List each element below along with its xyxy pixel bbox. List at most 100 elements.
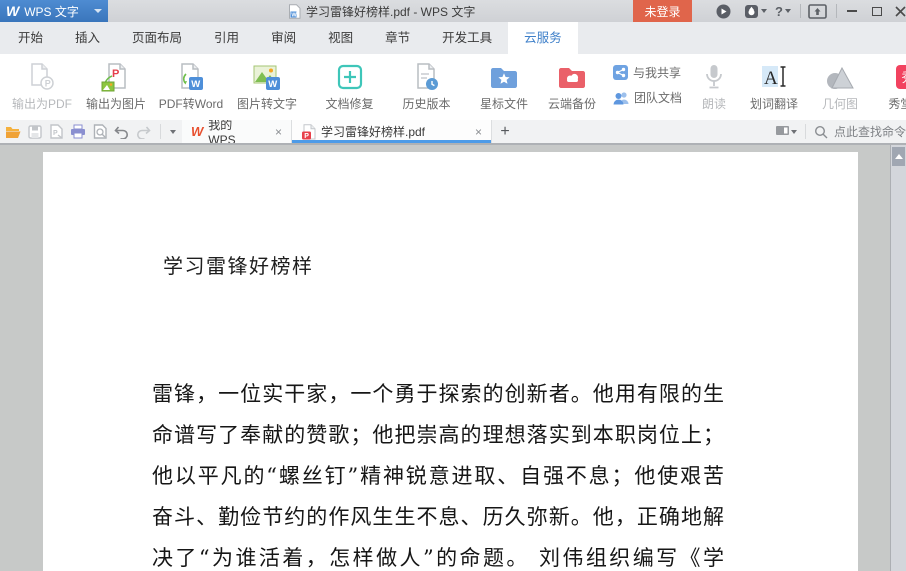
doc-repair-button[interactable]: 文档修复 [311,54,388,120]
team-docs-button[interactable]: 团队文档 [613,89,682,106]
doc-line: 命谱写了奉献的赞歌；他把崇高的理想落实到本职岗位上； [152,423,724,447]
svg-text:W: W [268,79,277,90]
tab-references[interactable]: 引用 [198,22,255,54]
tab-cloud-service[interactable]: 云服务 [508,22,578,54]
image-to-text-icon: W [252,60,282,93]
wps-logo-label: WPS 文字 [24,4,79,19]
svg-text:W: W [191,79,200,90]
tab-page-layout[interactable]: 页面布局 [116,22,198,54]
tab-home[interactable]: 开始 [2,22,59,54]
ribbon-stacked-group: 与我共享 团队文档 [607,54,686,120]
pdf-to-word-button[interactable]: W PDF转Word [153,54,229,120]
export-icon[interactable]: P [49,124,63,139]
translate-icon: A [759,60,789,93]
shared-with-me-button[interactable]: 与我共享 [613,64,682,81]
export-pdf-icon: P [27,60,57,93]
vertical-scrollbar[interactable] [890,145,906,571]
divider [836,4,837,18]
read-aloud-button[interactable]: 朗读 [692,54,736,120]
chevron-down-icon [784,9,791,13]
close-icon[interactable]: × [461,125,482,139]
tabbar-right-tools: 点此查找命令 [772,120,906,143]
doc-line: 他以平凡的“螺丝钉”精神锐意进取、自强不息；他使艰苦 [152,464,724,488]
team-docs-icon [613,91,629,104]
menubar: 开始 插入 页面布局 引用 审阅 视图 章节 开发工具 云服务 [0,22,906,54]
document-icon: W [289,3,301,19]
ribbon-group-tools: 朗读 A 划词翻译 几何图 [692,54,868,120]
doc-line: 雷锋，一位实干家，一个勇于探索的创新者。他用有限的生 [152,382,724,406]
maximize-button[interactable] [866,0,888,22]
more-dropdown-icon[interactable] [170,129,176,134]
xiutang-h5-icon: 秀 [896,64,906,89]
wps-home-icon: W [191,124,204,139]
docer-icon[interactable] [744,3,767,19]
starred-files-button[interactable]: 星标文件 [471,54,537,120]
ribbon-group-cloud: 星标文件 云端备份 与我共享 团队文档 [471,54,686,120]
close-button[interactable] [889,0,906,22]
tab-view[interactable]: 视图 [312,22,369,54]
starred-files-icon [489,60,519,93]
close-icon[interactable]: × [261,125,282,139]
login-button[interactable]: 未登录 [633,0,692,22]
ribbon-group-web: 秀 秀堂H5 写得 云编辑器 [874,54,906,120]
doc-paragraph: 雷锋，一位实干家，一个勇于探索的创新者。他用有限的生 命谱写了奉献的赞歌；他把崇… [152,374,724,571]
sync-icon[interactable] [716,3,731,19]
geometry-button[interactable]: 几何图 [812,54,868,120]
divider [160,124,161,139]
svg-text:P: P [45,78,51,88]
cloud-backup-icon [557,60,587,93]
tab-insert[interactable]: 插入 [59,22,116,54]
print-preview-icon[interactable] [93,124,107,139]
xiutang-h5-button[interactable]: 秀 秀堂H5 [874,54,906,120]
tab-my-wps[interactable]: W 我的WPS × [182,120,292,143]
translate-button[interactable]: A 划词翻译 [736,54,812,120]
history-version-icon [412,60,442,93]
print-icon[interactable] [70,124,86,139]
doc-title: 学习雷锋好榜样 [163,254,314,278]
wps-logo-icon: W [6,3,20,19]
tab-review[interactable]: 审阅 [255,22,312,54]
shared-with-me-icon [613,65,628,80]
tab-section[interactable]: 章节 [369,22,426,54]
task-pane-icon[interactable] [775,126,797,137]
save-icon[interactable] [28,124,42,139]
new-tab-button[interactable]: + [492,120,518,143]
wps-menu-button[interactable]: W WPS 文字 [0,0,108,22]
export-image-icon: P [101,60,131,93]
cloud-backup-button[interactable]: 云端备份 [537,54,607,120]
window-title: W 学习雷锋好榜样.pdf - WPS 文字 [288,0,475,22]
tab-developer[interactable]: 开发工具 [426,22,508,54]
find-command-text[interactable]: 点此查找命令 [834,123,906,140]
tab-document-pdf[interactable]: P 学习雷锋好榜样.pdf × [292,120,492,143]
svg-text:A: A [764,68,778,89]
ribbon-group-repair: 文档修复 历史版本 [311,54,465,120]
divider [800,4,801,18]
svg-text:P: P [304,133,309,140]
history-version-button[interactable]: 历史版本 [388,54,465,120]
svg-text:W: W [291,12,297,18]
svg-text:P: P [53,130,58,137]
undo-icon[interactable] [114,125,129,139]
export-image-button[interactable]: P 输出为图片 [79,54,153,120]
search-icon[interactable] [814,125,828,139]
open-file-icon[interactable] [5,125,21,139]
chevron-down-icon[interactable] [94,9,102,13]
help-icon[interactable]: ? [775,3,791,19]
minimize-button[interactable] [841,0,863,22]
document-area: 学习雷锋好榜样 雷锋，一位实干家，一个勇于探索的创新者。他用有限的生 命谱写了奉… [0,145,906,571]
doc-line: 决了“为谁活着，怎样做人”的命题。 刘伟组织编写《学 [152,546,724,570]
ribbon-group-export: P 输出为PDF P 输出为图片 W PDF转Word W 图片转文字 [5,54,305,120]
document-page[interactable]: 学习雷锋好榜样 雷锋，一位实干家，一个勇于探索的创新者。他用有限的生 命谱写了奉… [43,152,858,571]
quick-access-toolbar: P [0,120,182,143]
divider [804,124,806,139]
export-pdf-button[interactable]: P 输出为PDF [5,54,79,120]
chevron-down-icon [761,9,767,13]
doc-line: 奋斗、勤俭节约的作风生生不息、历久弥新。他，正确地解 [152,505,724,529]
geometry-icon [824,60,856,93]
ribbon: P 输出为PDF P 输出为图片 W PDF转Word W 图片转文字 文档修复… [0,54,906,120]
titlebar: W WPS 文字 W 学习雷锋好榜样.pdf - WPS 文字 未登录 ? [0,0,906,22]
redo-icon[interactable] [136,125,151,139]
image-to-text-button[interactable]: W 图片转文字 [229,54,305,120]
fullscreen-icon[interactable] [808,3,827,19]
scroll-up-button[interactable] [892,147,905,166]
